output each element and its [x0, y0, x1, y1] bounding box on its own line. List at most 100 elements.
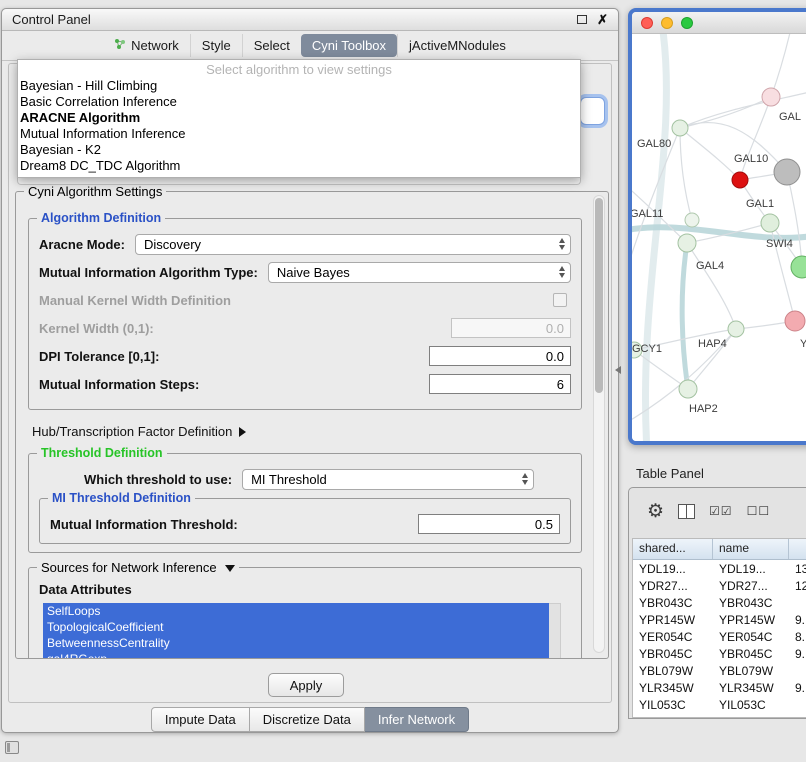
algorithm-option[interactable]: Bayesian - Hill Climbing	[18, 78, 580, 94]
algorithm-definition-group: Algorithm Definition Aracne Mode: Discov…	[28, 218, 582, 410]
node-table: shared... name YDL19...YDL19...13YDR27..…	[632, 538, 806, 718]
attributes-list-scrollbar[interactable]	[549, 603, 561, 658]
collapsed-panel-icon[interactable]	[5, 741, 19, 754]
table-cell: 9.	[789, 645, 806, 662]
gear-icon[interactable]: ⚙	[647, 502, 664, 521]
apply-button[interactable]: Apply	[268, 673, 344, 697]
network-edge[interactable]	[680, 128, 692, 220]
tab-network[interactable]: Network	[103, 34, 190, 57]
network-node[interactable]	[761, 214, 779, 232]
close-icon[interactable]: ✗	[597, 13, 608, 26]
sources-toggle[interactable]: Sources for Network Inference	[37, 560, 239, 575]
bottom-tabs: Impute Data Discretize Data Infer Networ…	[2, 707, 618, 732]
column-header-name[interactable]: name	[713, 539, 789, 559]
threshold-definition-title: Threshold Definition	[37, 446, 167, 460]
algorithm-option[interactable]: ARACNE Algorithm	[18, 110, 580, 126]
table-cell: YDL19...	[633, 560, 713, 577]
network-edge[interactable]	[680, 128, 740, 180]
network-edge[interactable]	[687, 243, 736, 329]
network-edge[interactable]	[634, 350, 688, 389]
table-cell: YLR345W	[633, 679, 713, 696]
node-label: GAL1	[746, 198, 774, 210]
network-node[interactable]	[728, 321, 744, 337]
attribute-item[interactable]: TopologicalCoefficient	[43, 619, 549, 635]
table-row[interactable]: YDL19...YDL19...13	[633, 560, 806, 577]
column-header-extra[interactable]	[789, 539, 806, 559]
focused-spinner-field[interactable]	[580, 97, 605, 125]
network-canvas-area[interactable]: GALGAL80GAL10GAL11GAL1SWI4GAL4GCY1HAP4YH…	[632, 34, 806, 441]
table-row[interactable]: YLR345WYLR345W9.	[633, 679, 806, 696]
columns-icon[interactable]	[678, 504, 695, 519]
table-row[interactable]: YBL079WYBL079W	[633, 662, 806, 679]
table-row[interactable]: YBR045CYBR045C9.	[633, 645, 806, 662]
restore-icon[interactable]	[577, 15, 587, 24]
mi-steps-field[interactable]: 6	[429, 374, 571, 394]
network-edge[interactable]	[682, 243, 688, 389]
network-node[interactable]	[785, 311, 805, 331]
which-threshold-select[interactable]: MI Threshold	[242, 469, 534, 490]
tab-style[interactable]: Style	[190, 34, 242, 57]
control-panel-titlebar[interactable]: Control Panel ✗	[2, 9, 618, 31]
tab-cyni-toolbox[interactable]: Cyni Toolbox	[301, 34, 397, 57]
network-node[interactable]	[732, 172, 748, 188]
attribute-item[interactable]: gal4RGexp	[43, 651, 549, 658]
settings-scrollbar[interactable]	[593, 195, 605, 653]
network-node[interactable]	[678, 234, 696, 252]
network-node[interactable]	[762, 88, 780, 106]
tab-jactivemodules[interactable]: jActiveMNodules	[397, 34, 517, 57]
table-cell: YBL079W	[633, 662, 713, 679]
network-node[interactable]	[791, 256, 806, 278]
table-row[interactable]: YPR145WYPR145W9.	[633, 611, 806, 628]
table-cell: YBR043C	[713, 594, 789, 611]
deselect-all-icon[interactable]: ☐☐	[747, 504, 771, 518]
algorithm-option[interactable]: Dream8 DC_TDC Algorithm	[18, 158, 580, 174]
network-edge[interactable]	[771, 34, 792, 97]
network-edge[interactable]	[645, 34, 666, 441]
network-node[interactable]	[672, 120, 688, 136]
table-row[interactable]: YIL053CYIL053C	[633, 696, 806, 713]
algorithm-dropdown: Select algorithm to view settings Bayesi…	[17, 59, 581, 178]
table-row[interactable]: YDR27...YDR27...12	[633, 577, 806, 594]
manual-kernel-checkbox[interactable]	[553, 293, 567, 307]
tab-label: jActiveMNodules	[409, 38, 506, 53]
panel-splitter-arrow[interactable]	[615, 366, 621, 374]
tab-discretize-data[interactable]: Discretize Data	[250, 707, 365, 732]
select-all-icon[interactable]: ☑☑	[709, 504, 733, 518]
tab-impute-data[interactable]: Impute Data	[151, 707, 250, 732]
table-row[interactable]: YBR043CYBR043C	[633, 594, 806, 611]
algorithm-option[interactable]: Basic Correlation Inference	[18, 94, 580, 110]
close-traffic-light[interactable]	[641, 17, 653, 29]
minimize-traffic-light[interactable]	[661, 17, 673, 29]
table-row[interactable]: YER054CYER054C8.	[633, 628, 806, 645]
dropdown-placeholder: Select algorithm to view settings	[18, 61, 580, 78]
network-edge[interactable]	[787, 172, 802, 267]
table-cell: 8.	[789, 628, 806, 645]
scrollbar-thumb[interactable]	[595, 198, 603, 393]
mi-threshold-field[interactable]: 0.5	[418, 514, 560, 534]
dpi-tolerance-field[interactable]: 0.0	[429, 346, 571, 366]
mi-algorithm-type-select[interactable]: Naive Bayes	[268, 262, 571, 283]
column-header-shared[interactable]: shared...	[633, 539, 713, 559]
table-cell: YDR27...	[713, 577, 789, 594]
algorithm-option[interactable]: Mutual Information Inference	[18, 126, 580, 142]
hub-definition-toggle[interactable]: Hub/Transcription Factor Definition	[32, 424, 582, 439]
network-window-titlebar[interactable]	[632, 12, 806, 34]
data-attributes-label: Data Attributes	[39, 582, 573, 597]
tab-infer-network[interactable]: Infer Network	[365, 707, 469, 732]
attribute-item[interactable]: SelfLoops	[43, 603, 549, 619]
network-node[interactable]	[685, 213, 699, 227]
zoom-traffic-light[interactable]	[681, 17, 693, 29]
tab-label: Select	[254, 38, 290, 53]
attribute-item[interactable]: BetweennessCentrality	[43, 635, 549, 651]
network-canvas[interactable]: GALGAL80GAL10GAL11GAL1SWI4GAL4GCY1HAP4YH…	[632, 34, 806, 441]
node-label: GAL11	[632, 208, 663, 220]
network-node[interactable]	[679, 380, 697, 398]
node-label: GAL10	[734, 153, 768, 165]
algorithm-option[interactable]: Bayesian - K2	[18, 142, 580, 158]
table-panel-window: ⚙ ☑☑ ☐☐ shared... name YDL19...YDL19...1…	[628, 487, 806, 719]
network-node[interactable]	[774, 159, 800, 185]
tab-select[interactable]: Select	[242, 34, 301, 57]
mi-type-value: Naive Bayes	[277, 265, 350, 280]
aracne-mode-select[interactable]: Discovery	[135, 234, 571, 255]
network-edge[interactable]	[740, 97, 771, 180]
